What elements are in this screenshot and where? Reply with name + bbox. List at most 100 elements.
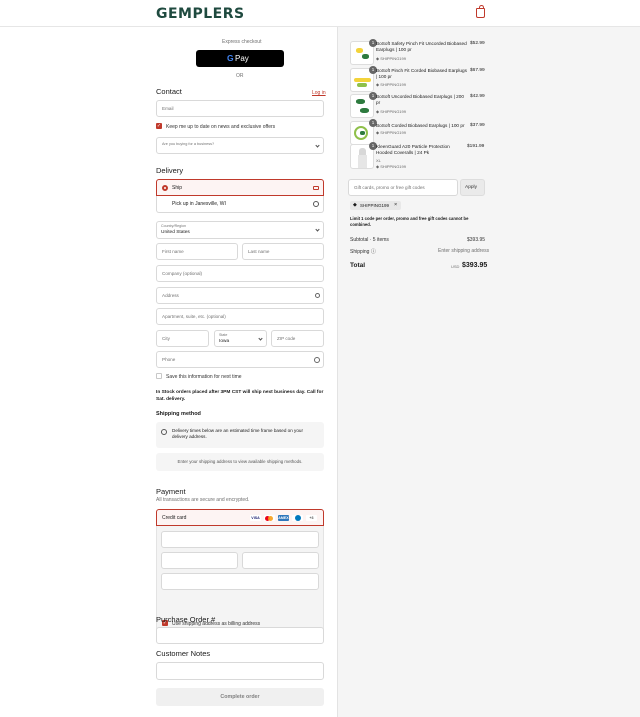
total-label: Total [350, 262, 366, 269]
subtotal-value: $393.95 [467, 237, 486, 243]
address-placeholder: Address [162, 293, 179, 298]
chevron-down-icon [315, 227, 320, 232]
item-price: $42.99 [470, 94, 485, 99]
item-discount-code: ◆ SHIPPING199 [376, 82, 406, 87]
truck-icon [313, 186, 319, 190]
phone-field[interactable]: Phone [156, 351, 324, 368]
item-code-text: SHIPPING199 [380, 130, 406, 135]
customer-notes-heading: Customer Notes [156, 649, 211, 658]
info-icon [161, 429, 167, 435]
gift-code-field[interactable]: Gift cards, promo or free gift codes [348, 179, 458, 196]
apply-button[interactable]: Apply [460, 179, 485, 196]
country-value: United States [161, 230, 190, 235]
ship-radio[interactable] [162, 185, 168, 191]
amex-icon: AMEX [278, 515, 289, 521]
company-placeholder: Company (optional) [162, 271, 203, 276]
site-header: GEMPLERS [0, 0, 640, 27]
diners-icon [292, 515, 303, 521]
visa-icon: VISA [250, 515, 261, 521]
pickup-label: Pick up in Janesville, WI [172, 201, 226, 207]
complete-order-button[interactable]: Complete order [156, 688, 324, 706]
country-select[interactable]: Country/Region United States [156, 221, 324, 239]
shipping-method-heading: Shipping method [156, 411, 201, 417]
state-select[interactable]: State Iowa [214, 330, 267, 347]
shipping-label: Shipping [350, 249, 370, 255]
apartment-placeholder: Apartment, suite, etc. (optional) [162, 314, 226, 319]
gpay-label: Pay [235, 54, 249, 63]
more-cards-badge: +3 [306, 515, 317, 521]
state-label: State [219, 333, 228, 337]
shopping-bag-icon[interactable] [476, 5, 485, 18]
shipping-empty-text: Enter your shipping address to view avai… [177, 459, 303, 464]
card-cvv-field[interactable] [242, 552, 319, 569]
subtotal-label: Subtotal · 5 items [350, 237, 389, 243]
company-field[interactable]: Company (optional) [156, 265, 324, 282]
state-value: Iowa [219, 339, 230, 344]
apply-label: Apply [465, 185, 477, 190]
or-divider: OR [236, 73, 244, 79]
ship-option[interactable]: Ship [156, 179, 324, 196]
card-expiry-field[interactable] [161, 552, 238, 569]
delivery-heading: Delivery [156, 166, 184, 175]
item-code-text: SHIPPING199 [380, 109, 406, 114]
first-name-placeholder: First name [162, 249, 184, 254]
first-name-field[interactable]: First name [156, 243, 238, 260]
search-icon [315, 293, 320, 298]
discount-chip-label: SHIPPING199 [360, 203, 390, 208]
total-value: $393.95 [462, 262, 488, 269]
chevron-down-icon [258, 336, 263, 341]
card-number-field[interactable] [161, 531, 319, 548]
news-checkbox[interactable]: ✓ [156, 123, 162, 129]
express-checkout-label: Express checkout [222, 39, 262, 45]
contact-heading: Contact [156, 87, 182, 96]
city-placeholder: City [162, 336, 170, 341]
pickup-option[interactable]: Pick up in Janesville, WI [156, 196, 324, 213]
item-price: $52.99 [470, 41, 485, 46]
city-field[interactable]: City [156, 330, 209, 347]
address-field[interactable]: Address [156, 287, 324, 304]
gpay-button[interactable]: G Pay [196, 50, 284, 67]
item-discount-code: ◆ SHIPPING199 [376, 164, 406, 169]
card-name-field[interactable] [161, 573, 319, 590]
purchase-order-field[interactable] [156, 627, 324, 644]
shipping-value: Enter shipping address [438, 248, 490, 254]
business-select[interactable]: Are you buying for a business? [156, 137, 324, 154]
zip-field[interactable]: ZIP code [271, 330, 324, 347]
item-name: BoSoft Uncorded Biobased Earplugs | 200 … [376, 94, 464, 105]
chevron-down-icon [315, 143, 320, 148]
store-logo[interactable]: GEMPLERS [156, 6, 245, 22]
phone-placeholder: Phone [162, 357, 176, 362]
last-name-placeholder: Last name [248, 249, 270, 254]
item-code-text: SHIPPING199 [380, 82, 406, 87]
shipping-info-text: Delivery times below are an estimated ti… [172, 428, 303, 439]
currency-label: USD [451, 264, 460, 269]
discount-limit-note: Limit 1 code per order, promo and free g… [350, 216, 469, 227]
help-icon[interactable] [314, 357, 320, 363]
tag-icon: ◆ [353, 202, 357, 208]
item-price: $191.99 [467, 144, 485, 149]
item-name: BoSoft Corded Biobased Earplugs | 100 pr [376, 123, 465, 128]
discount-chip: ◆ SHIPPING199 × [350, 201, 401, 210]
login-link[interactable]: Log in [312, 90, 326, 96]
payment-heading: Payment [156, 487, 186, 496]
order-summary: 1 BoSoft Safety Pinch Fit Uncorded Bioba… [337, 27, 640, 717]
item-discount-code: ◆ SHIPPING199 [376, 109, 406, 114]
credit-card-label: Credit card [162, 515, 187, 521]
apartment-field[interactable]: Apartment, suite, etc. (optional) [156, 308, 324, 325]
item-discount-code: ◆ SHIPPING199 [376, 130, 406, 135]
business-placeholder: Are you buying for a business? [162, 142, 215, 146]
item-code-text: SHIPPING199 [380, 164, 406, 169]
last-name-field[interactable]: Last name [242, 243, 324, 260]
save-info-checkbox[interactable] [156, 373, 162, 379]
news-label: Keep me up to date on news and exclusive… [166, 124, 276, 130]
item-price: $67.99 [470, 68, 485, 73]
item-price: $37.99 [470, 123, 485, 128]
email-field[interactable]: Email [156, 100, 324, 117]
country-label: Country/Region [161, 224, 186, 228]
email-placeholder: Email [162, 106, 174, 111]
credit-card-option[interactable]: Credit card VISA AMEX +3 [156, 509, 324, 526]
mastercard-icon [264, 515, 275, 521]
customer-notes-field[interactable] [156, 662, 324, 680]
item-name: KleenGuard A20 Particle Protection Hoode… [376, 144, 450, 155]
remove-discount-icon[interactable]: × [394, 202, 397, 208]
